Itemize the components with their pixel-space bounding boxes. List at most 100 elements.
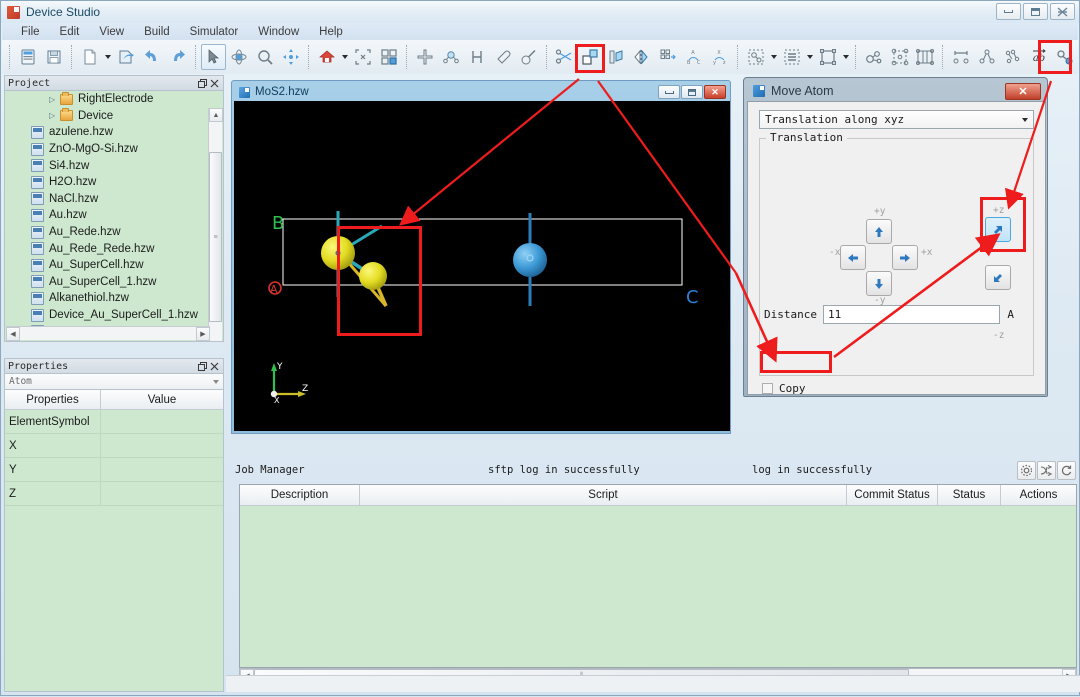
properties-row-value[interactable] xyxy=(101,434,223,457)
move-atom-close-button[interactable]: ✕ xyxy=(1005,83,1041,100)
tree-item[interactable]: ▷Device xyxy=(5,108,223,125)
tree-item[interactable]: Au_Rede.hzw xyxy=(5,224,223,241)
selection-mode-dropdown-arrow[interactable] xyxy=(769,44,779,70)
tree-item[interactable]: Au_Rede_Rede.hzw xyxy=(5,240,223,257)
rotate-tool-button[interactable] xyxy=(226,44,252,70)
tree-item[interactable]: MoS2.hzw xyxy=(5,340,223,342)
open-file-button[interactable] xyxy=(113,44,139,70)
home-view-button[interactable] xyxy=(314,44,340,70)
maximize-button[interactable] xyxy=(1023,3,1048,20)
translation-mode-selector[interactable]: Translation along xyz xyxy=(759,110,1034,129)
tree-item[interactable]: Si4.hzw xyxy=(5,157,223,174)
refresh-icon[interactable] xyxy=(1057,461,1076,480)
cell-mode-button[interactable] xyxy=(815,44,841,70)
reorder-button[interactable] xyxy=(655,44,681,70)
menu-edit[interactable]: Edit xyxy=(50,25,90,39)
menu-help[interactable]: Help xyxy=(309,25,353,39)
properties-row-value[interactable] xyxy=(101,458,223,481)
tree-item[interactable]: ZnO-MgO-Si.hzw xyxy=(5,141,223,158)
new-file-button[interactable] xyxy=(77,44,103,70)
layer-mode-button[interactable] xyxy=(779,44,805,70)
copy-checkbox[interactable] xyxy=(762,383,773,394)
menu-view[interactable]: View xyxy=(89,25,134,39)
layer-mode-dropdown-arrow[interactable] xyxy=(805,44,815,70)
properties-type-selector[interactable]: Atom xyxy=(4,374,224,390)
add-hydrogen-button[interactable] xyxy=(464,44,490,70)
measure-dihedral-button[interactable] xyxy=(1000,44,1026,70)
pick-element-button[interactable] xyxy=(516,44,542,70)
expand-arrow-icon[interactable]: ▷ xyxy=(49,111,58,120)
scroll-right-arrow[interactable]: ▶ xyxy=(196,327,210,341)
translate-minus-y-button[interactable] xyxy=(866,271,892,296)
properties-row[interactable]: Z xyxy=(5,482,223,506)
tree-item[interactable]: azulene.hzw xyxy=(5,124,223,141)
rotate-atom-button[interactable] xyxy=(603,44,629,70)
add-atom-button[interactable] xyxy=(412,44,438,70)
bond-tool-button[interactable] xyxy=(1052,44,1078,70)
measure-angle-button[interactable] xyxy=(974,44,1000,70)
print-button[interactable] xyxy=(15,44,41,70)
tree-item[interactable]: Alkanethiol.hzw xyxy=(5,290,223,307)
distance-input[interactable]: 11 xyxy=(823,305,1000,324)
home-view-dropdown-arrow[interactable] xyxy=(340,44,350,70)
zoom-tool-button[interactable] xyxy=(252,44,278,70)
tree-item[interactable]: Au_SuperCell.hzw xyxy=(5,257,223,274)
viewport-maximize-button[interactable] xyxy=(681,85,703,99)
settings-gear-icon[interactable] xyxy=(1017,461,1036,480)
measure-distance-button[interactable] xyxy=(948,44,974,70)
menu-file[interactable]: File xyxy=(11,25,50,39)
viewport-minimize-button[interactable] xyxy=(658,85,680,99)
tree-item[interactable]: H2O.hzw xyxy=(5,174,223,191)
mirror-button[interactable] xyxy=(629,44,655,70)
3d-structure-canvas[interactable]: B C A xyxy=(234,101,730,431)
properties-row[interactable]: Y xyxy=(5,458,223,482)
move-atom-button[interactable] xyxy=(577,44,603,70)
cell-mode-dropdown-arrow[interactable] xyxy=(841,44,851,70)
properties-row-value[interactable] xyxy=(101,482,223,505)
add-molecule-button[interactable] xyxy=(438,44,464,70)
menu-simulator[interactable]: Simulator xyxy=(180,25,249,39)
new-file-dropdown-arrow[interactable] xyxy=(103,44,113,70)
undo-button[interactable] xyxy=(139,44,165,70)
properties-row[interactable]: X xyxy=(5,434,223,458)
close-icon[interactable] xyxy=(208,77,220,89)
close-icon[interactable] xyxy=(208,360,220,372)
properties-row-value[interactable] xyxy=(101,410,223,433)
tree-item[interactable]: Device_Au_SuperCell_1.hzw xyxy=(5,307,223,324)
redo-button[interactable] xyxy=(165,44,191,70)
slab-button[interactable] xyxy=(913,44,939,70)
viewport-close-button[interactable]: ✕ xyxy=(704,85,726,99)
angle-abc-button[interactable]: ABC xyxy=(681,44,707,70)
select-tool-button[interactable] xyxy=(201,44,227,70)
erase-button[interactable] xyxy=(490,44,516,70)
translate-plus-y-button[interactable] xyxy=(866,219,892,244)
shuffle-icon[interactable] xyxy=(1037,461,1056,480)
expand-arrow-icon[interactable]: ▷ xyxy=(49,95,58,104)
translate-plus-z-button[interactable] xyxy=(985,217,1011,242)
translate-plus-x-button[interactable] xyxy=(892,245,918,270)
label-ab-button[interactable]: ab xyxy=(1026,44,1052,70)
restore-icon[interactable] xyxy=(196,360,208,372)
properties-row[interactable]: ElementSymbol xyxy=(5,410,223,434)
fit-view-button[interactable] xyxy=(350,44,376,70)
translate-minus-x-button[interactable] xyxy=(840,245,866,270)
selection-mode-button[interactable] xyxy=(743,44,769,70)
job-manager-table[interactable]: Description Script Commit Status Status … xyxy=(239,484,1077,668)
supercell-button[interactable] xyxy=(887,44,913,70)
dihedral-xyz-button[interactable]: Xyz xyxy=(707,44,733,70)
close-button[interactable] xyxy=(1050,3,1075,20)
tree-item[interactable]: Au.hzw xyxy=(5,207,223,224)
menu-build[interactable]: Build xyxy=(134,25,180,39)
copy-checkbox-row[interactable]: Copy xyxy=(762,382,806,395)
restore-icon[interactable] xyxy=(196,77,208,89)
project-tree[interactable]: ▷RightElectrode▷Deviceazulene.hzwZnO-MgO… xyxy=(4,91,224,342)
tree-item[interactable]: ▷RightElectrode xyxy=(5,91,223,108)
project-tree-vertical-scrollbar[interactable]: ▲ ≡ ▼ xyxy=(208,108,222,342)
project-tree-horizontal-scrollbar[interactable]: ◀ ▶ xyxy=(6,326,210,340)
scroll-up-arrow[interactable]: ▲ xyxy=(209,108,223,122)
translate-minus-z-button[interactable] xyxy=(985,265,1011,290)
properties-table[interactable]: Properties Value ElementSymbolXYZ xyxy=(4,390,224,692)
tree-item[interactable]: NaCl.hzw xyxy=(5,191,223,208)
ball-stick-button[interactable] xyxy=(861,44,887,70)
pan-tool-button[interactable] xyxy=(278,44,304,70)
